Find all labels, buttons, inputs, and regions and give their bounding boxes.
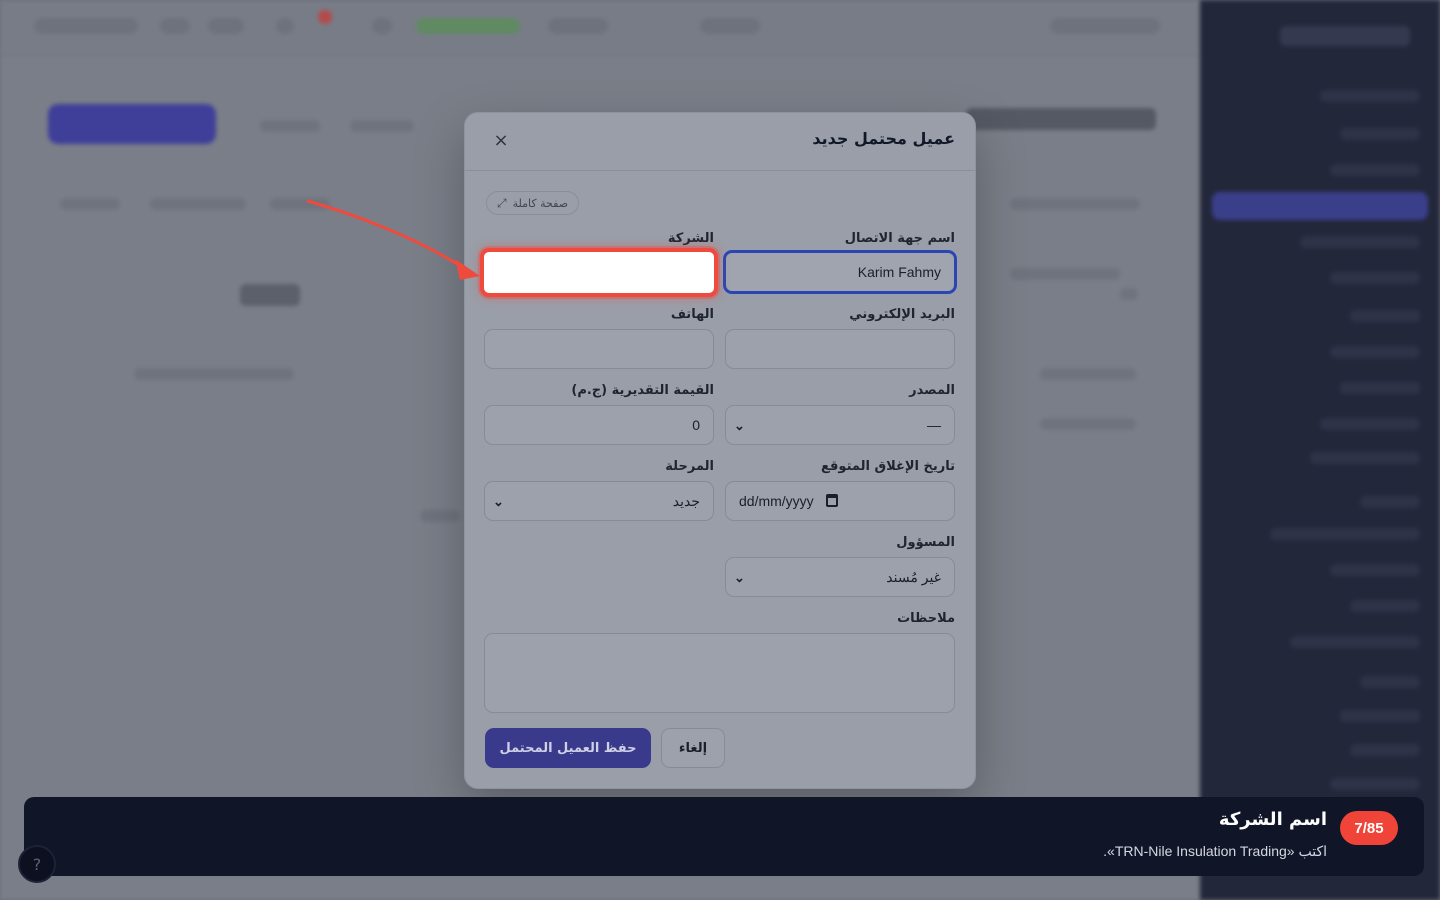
sidebar-item [1330, 164, 1420, 176]
primary-action-button-bg [48, 104, 216, 144]
notes-label: ملاحظات [897, 611, 955, 626]
estimated-value-input[interactable]: 0 [484, 405, 714, 445]
bg-placeholder [270, 198, 330, 210]
source-selected-value: — [927, 417, 941, 433]
bg-placeholder [134, 368, 294, 380]
sidebar [1200, 0, 1440, 900]
sidebar-item [1270, 528, 1420, 540]
sidebar-logo [1280, 26, 1410, 46]
new-lead-modal: عميل محتمل جديد × صفحة كاملة ⤢ اسم جهة ا… [464, 112, 976, 789]
sidebar-item [1350, 744, 1420, 756]
sidebar-item [1320, 418, 1420, 430]
stage-selected-value: جديد [672, 492, 700, 509]
owner-select[interactable]: غير مُسند ⌄ [725, 557, 955, 597]
sidebar-item [1360, 676, 1420, 688]
close-icon[interactable]: × [491, 131, 511, 151]
sidebar-item [1360, 496, 1420, 508]
help-icon[interactable]: ? [18, 845, 56, 883]
sidebar-item [1350, 600, 1420, 612]
company-label: الشركة [667, 231, 714, 246]
fullpage-button[interactable]: صفحة كاملة ⤢ [486, 191, 580, 215]
topbar-placeholder [548, 18, 608, 34]
modal-header: عميل محتمل جديد × [465, 113, 975, 171]
notification-dot-icon [318, 10, 332, 24]
sidebar-item [1340, 382, 1420, 394]
email-input[interactable] [725, 329, 955, 369]
sidebar-item [1320, 90, 1420, 102]
sidebar-item [1330, 564, 1420, 576]
bg-placeholder [1120, 288, 1138, 300]
topbar-placeholder [34, 18, 138, 34]
sidebar-item [1330, 346, 1420, 358]
expand-icon: ⤢ [497, 195, 507, 210]
cancel-button[interactable]: إلغاء [661, 728, 725, 768]
close-date-input[interactable]: dd/mm/yyyy [725, 481, 955, 521]
tutorial-instruction: اكتب «TRN-Nile Insulation Trading». [1103, 843, 1327, 859]
sidebar-item [1290, 636, 1420, 648]
chevron-down-icon: ⌄ [734, 570, 745, 585]
close-date-placeholder: dd/mm/yyyy [739, 493, 814, 509]
bg-placeholder [260, 120, 320, 132]
page-title-placeholder [966, 108, 1156, 130]
bg-placeholder [420, 510, 460, 522]
chevron-down-icon: ⌄ [493, 494, 504, 509]
contact-name-label: اسم جهة الاتصال [844, 231, 955, 246]
sidebar-item [1330, 272, 1420, 284]
bg-placeholder [1010, 268, 1120, 280]
tutorial-title: اسم الشركة [1218, 809, 1327, 830]
topbar-placeholder [276, 18, 294, 34]
calendar-icon[interactable] [826, 494, 838, 507]
chevron-down-icon: ⌄ [734, 418, 745, 433]
estimated-value-label: القيمة التقديرية (ج.م) [571, 383, 714, 398]
company-input[interactable] [480, 248, 718, 297]
topbar-placeholder [208, 18, 244, 34]
owner-selected-value: غير مُسند [886, 568, 941, 585]
step-badge: 7/85 [1340, 811, 1398, 845]
stage-label: المرحلة [665, 459, 714, 474]
bg-placeholder [350, 120, 414, 132]
notes-textarea[interactable] [484, 633, 955, 713]
bg-placeholder [1010, 198, 1140, 210]
fullpage-label: صفحة كاملة [512, 196, 569, 210]
close-date-label: تاريخ الإغلاق المتوقع [821, 459, 955, 474]
contact-name-input[interactable]: Karim Fahmy [723, 250, 957, 294]
save-lead-button[interactable]: حفظ العميل المحتمل [485, 728, 651, 768]
source-label: المصدر [909, 383, 955, 398]
topbar-placeholder [1050, 18, 1160, 34]
stage-select[interactable]: جديد ⌄ [484, 481, 714, 521]
sidebar-item [1340, 710, 1420, 722]
bg-placeholder [150, 198, 246, 210]
sidebar-item-active [1212, 192, 1428, 220]
owner-label: المسؤول [896, 535, 955, 550]
bg-placeholder [1040, 418, 1136, 430]
sidebar-item [1300, 236, 1420, 248]
modal-title: عميل محتمل جديد [812, 129, 955, 148]
bg-metric [240, 284, 300, 306]
topbar-placeholder [160, 18, 190, 34]
tutorial-banner: 7/85 اسم الشركة اكتب «TRN-Nile Insulatio… [18, 797, 1424, 883]
sidebar-item [1330, 778, 1420, 790]
topbar-placeholder [372, 18, 392, 34]
source-select[interactable]: — ⌄ [725, 405, 955, 445]
email-label: البريد الإلكتروني [849, 307, 955, 322]
topbar-placeholder [700, 18, 760, 34]
sidebar-item [1340, 128, 1420, 140]
phone-label: الهاتف [670, 307, 714, 322]
status-pill [416, 18, 520, 34]
phone-input[interactable] [484, 329, 714, 369]
top-bar [0, 0, 1200, 56]
sidebar-item [1310, 452, 1420, 464]
bg-placeholder [1040, 368, 1136, 380]
bg-placeholder [60, 198, 120, 210]
sidebar-item [1350, 310, 1420, 322]
